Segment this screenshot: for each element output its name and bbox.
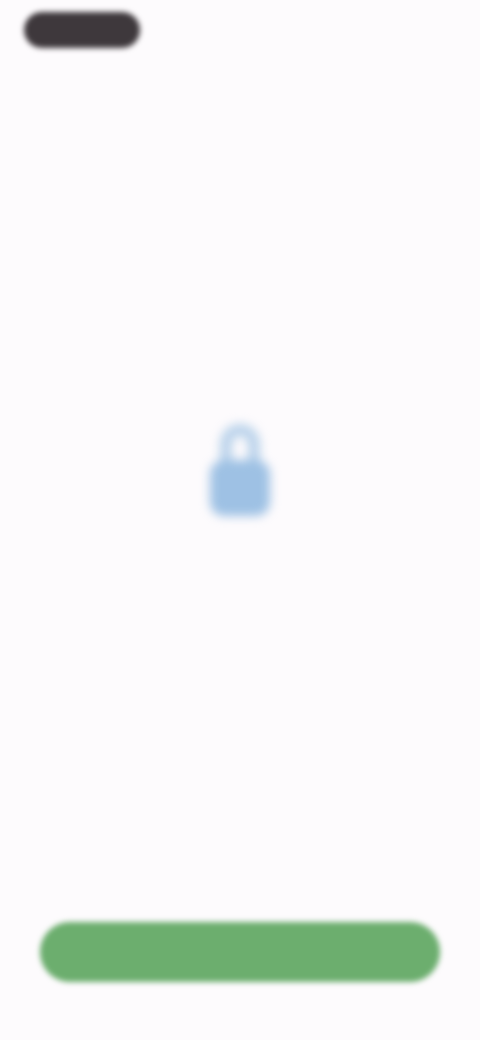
lock-icon (192, 418, 288, 522)
lock-body (210, 460, 270, 516)
status-pill-indicator (24, 12, 140, 48)
primary-action-button[interactable] (40, 922, 440, 982)
empty-state (0, 418, 480, 582)
screen (0, 0, 480, 1040)
